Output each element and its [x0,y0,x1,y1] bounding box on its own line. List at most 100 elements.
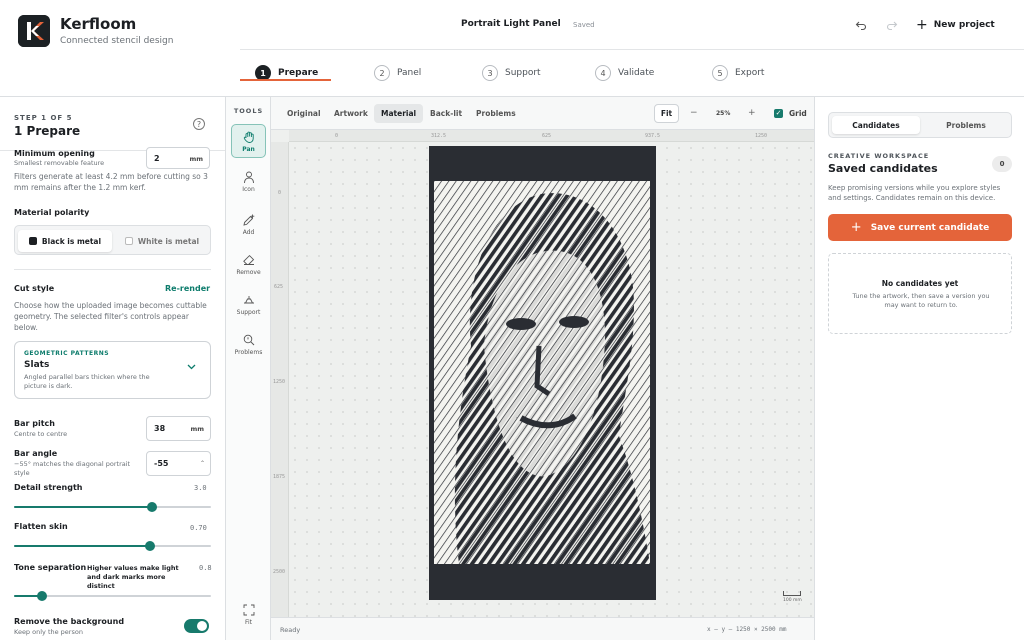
tab-problems[interactable]: Problems [922,116,1010,134]
support-icon [243,295,254,303]
step-number: 2 [374,65,390,81]
step-label: Panel [397,68,422,78]
polarity-black-option[interactable]: Black is metal [18,230,112,252]
tool-add[interactable]: Add [231,207,266,241]
filter-category: GEOMETRIC PATTERNS [24,350,110,357]
ruler-tick: 625 [274,284,284,290]
redo-button[interactable] [883,16,901,34]
undo-button[interactable] [852,16,870,34]
candidate-count-badge: 0 [992,156,1012,172]
view-tab-artwork[interactable]: Artwork [327,104,375,123]
save-candidate-button[interactable]: + Save current candidate [828,214,1012,241]
hand-icon [243,131,254,143]
section-description: Keep promising versions while you explor… [828,184,1001,202]
vertical-ruler: 0 625 1250 1875 2500 [271,142,289,617]
black-swatch-icon [28,237,37,245]
app-name: Kerfloom [60,15,137,33]
tool-label: Support [236,308,261,316]
tool-remove[interactable]: Remove [231,247,266,281]
horizontal-ruler: 0 312.5 625 937.5 1250 [289,130,814,142]
search-icon [243,334,254,345]
bar-angle-label: Bar angle [14,449,58,458]
scale-label: 100 mm [783,598,802,603]
bar-pitch-input[interactable]: 38 mm [146,416,211,441]
bar-angle-sub: −55° matches the diagonal portrait style [14,460,131,477]
tool-label: Remove [236,268,261,276]
remove-bg-toggle[interactable] [184,619,209,633]
ruler-tick: 0 [335,133,339,139]
tone-separation-slider[interactable] [14,590,211,602]
candidates-panel: Candidates Problems CREATIVE WORKSPACE S… [814,97,1024,640]
detail-strength-label: Detail strength [14,483,83,492]
step-label: Prepare [278,68,319,78]
tool-icon[interactable]: Icon [231,164,266,198]
view-tab-original[interactable]: Original [280,104,328,123]
tone-separation-value: 0.8 [199,564,212,572]
tool-fit[interactable]: Fit [231,597,266,631]
step-panel[interactable]: 2 Panel [374,65,421,81]
view-tab-backlit[interactable]: Back-lit [423,104,469,123]
save-status: Saved [573,21,595,29]
logo [18,15,50,47]
toggle-knob [197,621,207,631]
step-support[interactable]: 3 Support [482,65,541,81]
slider-handle[interactable] [144,541,155,551]
tool-support[interactable]: Support [231,287,266,321]
empty-title: No candidates yet [881,279,959,288]
stencil-panel-artwork[interactable] [429,146,656,600]
detail-strength-slider[interactable] [14,501,211,513]
step-validate[interactable]: 4 Validate [595,65,654,81]
detail-strength-value: 3.0 [194,484,207,492]
section-title: Saved candidates [828,162,938,175]
scale-bar [783,591,801,596]
person-icon [243,171,254,183]
view-tab-material[interactable]: Material [374,104,424,123]
step-number: 3 [482,65,498,81]
new-project-button[interactable]: + New project [916,16,995,34]
grid-checkbox[interactable]: ✓ [774,109,783,118]
tone-separation-label: Tone separation [14,563,87,572]
undo-icon [855,21,867,31]
filter-name: Slats [24,360,50,370]
option-label: Black is metal [41,236,102,246]
zoom-in-button[interactable]: + [748,108,756,118]
slider-fill [14,545,150,547]
ruler-tick: 312.5 [431,133,447,139]
min-opening-input[interactable]: 2 mm [146,147,210,169]
empty-description: Tune the artwork, then save a version yo… [852,292,990,309]
filter-select[interactable]: GEOMETRIC PATTERNS Slats Angled parallel… [14,341,211,399]
step-export[interactable]: 5 Export [712,65,764,81]
tools-rail: TOOLS Pan Icon Add Remove Support Proble… [226,97,271,640]
flatten-skin-slider[interactable] [14,540,211,552]
bar-angle-input[interactable]: -55 ⌃ [146,451,211,476]
zoom-out-button[interactable]: − [690,108,698,118]
design-board[interactable]: 100 mm [289,142,814,617]
settings-panel: STEP 1 OF 5 1 Prepare ? Minimum opening … [0,97,226,640]
rerender-button[interactable]: Re-render [165,284,210,293]
logo-mark-icon [18,15,50,47]
status-text: Ready [280,626,301,634]
tool-problems[interactable]: Problems [231,327,266,361]
slider-handle[interactable] [146,502,157,512]
cut-style-label: Cut style [14,284,55,293]
fit-button[interactable]: Fit [654,104,679,123]
tool-label: Fit [244,618,253,626]
option-label: White is metal [137,236,200,246]
help-icon[interactable]: ? [193,118,205,130]
step-label: Support [505,68,541,78]
ruler-tick: 625 [542,133,552,139]
input-unit: mm [190,425,204,433]
polarity-white-option[interactable]: White is metal [115,230,209,252]
tool-label: Add [242,228,255,236]
plus-icon: + [916,17,928,33]
flatten-skin-label: Flatten skin [14,522,68,531]
document-title[interactable]: Portrait Light Panel [461,19,561,29]
input-value: 2 [154,154,160,163]
section-eyebrow: CREATIVE WORKSPACE [828,152,930,160]
view-tab-problems[interactable]: Problems [469,104,523,123]
tab-candidates[interactable]: Candidates [832,116,920,134]
step-number: 5 [712,65,728,81]
slider-handle[interactable] [36,591,47,601]
tool-label: Pan [242,145,255,153]
tool-pan[interactable]: Pan [231,124,266,158]
